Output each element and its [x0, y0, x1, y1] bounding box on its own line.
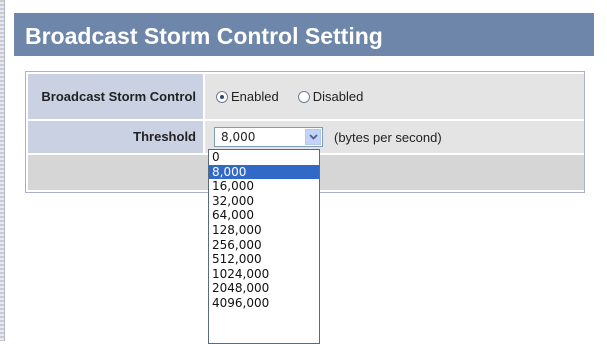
threshold-select-value: 8,000 [221, 130, 256, 144]
dropdown-option[interactable]: 1024,000 [209, 267, 319, 282]
dropdown-option[interactable]: 64,000 [209, 208, 319, 223]
radio-disabled[interactable] [297, 90, 310, 103]
storm-control-row: Broadcast Storm Control Enabled Disabled [28, 74, 584, 119]
dropdown-option[interactable]: 512,000 [209, 252, 319, 267]
dropdown-option[interactable]: 16,000 [209, 179, 319, 194]
dropdown-option[interactable]: 128,000 [209, 223, 319, 238]
radio-disabled-option[interactable]: Disabled [297, 89, 383, 104]
dropdown-option-selected[interactable]: 8,000 [209, 164, 319, 180]
radio-disabled-label: Disabled [312, 89, 364, 104]
window-left-border [0, 0, 5, 341]
storm-control-options: Enabled Disabled [205, 74, 584, 119]
radio-enabled[interactable] [216, 90, 228, 103]
radio-enabled-option[interactable]: Enabled [216, 89, 298, 104]
storm-control-label: Broadcast Storm Control [28, 74, 203, 119]
dropdown-option[interactable]: 32,000 [209, 194, 319, 209]
page-title: Broadcast Storm Control Setting [14, 13, 594, 56]
threshold-select[interactable]: 8,000 [214, 127, 323, 147]
dropdown-option[interactable]: 256,000 [209, 238, 319, 253]
dropdown-option[interactable]: 4096,000 [209, 296, 319, 311]
radio-enabled-label: Enabled [231, 89, 279, 104]
chevron-down-icon[interactable] [305, 129, 321, 145]
dropdown-option[interactable]: 0 [209, 150, 319, 165]
dropdown-option[interactable]: 2048,000 [209, 281, 319, 296]
threshold-label: Threshold [28, 121, 203, 153]
threshold-dropdown-list[interactable]: 0 8,000 16,000 32,000 64,000 128,000 256… [208, 149, 320, 344]
threshold-units: (bytes per second) [334, 129, 442, 145]
